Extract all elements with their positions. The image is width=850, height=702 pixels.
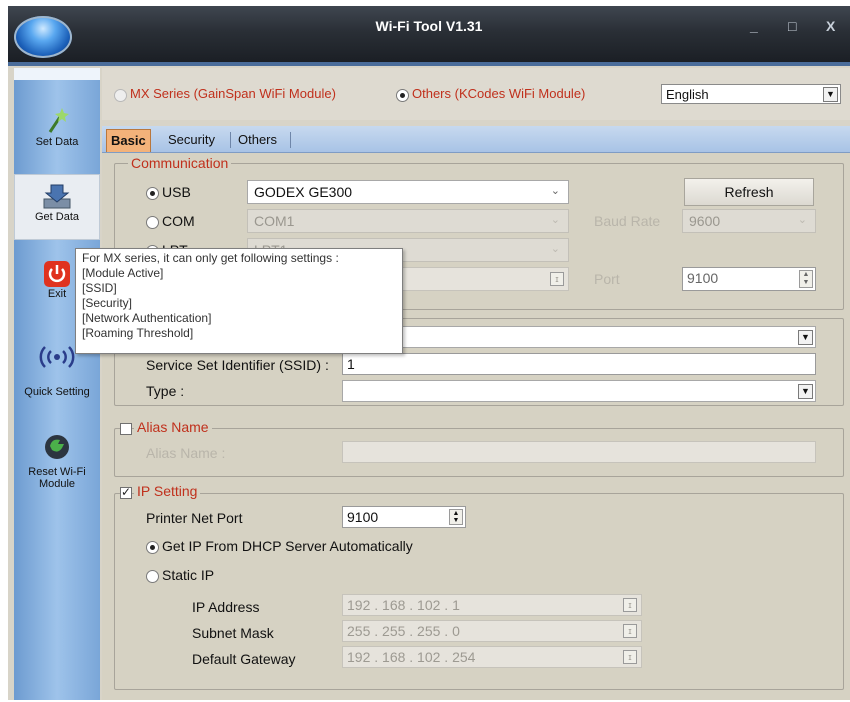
sidebar-item-set-data[interactable]: Set Data [14, 106, 100, 148]
maximize-button[interactable]: □ [788, 18, 796, 34]
chevron-down-icon: ⌄ [550, 243, 560, 255]
spinner-arrows-icon[interactable]: ▲ ▼ [449, 509, 463, 525]
basic-tab-panel: Communication USB GODEX GE300 ⌄ Refresh … [102, 153, 850, 700]
radio-others[interactable] [396, 89, 409, 102]
ip-address-field[interactable]: 192 . 168 . 102 . 1 ɪ [342, 594, 642, 616]
radio-mx-series-label: MX Series (GainSpan WiFi Module) [130, 86, 336, 101]
main-content: MX Series (GainSpan WiFi Module) Others … [102, 68, 850, 700]
chevron-down-icon: ⌄ [797, 214, 807, 226]
alias-label: Alias Name : [146, 445, 226, 461]
download-tray-icon [43, 184, 71, 209]
tab-bar: Basic Security Others [102, 126, 850, 153]
ip-control-icon: ɪ [623, 598, 637, 612]
wand-icon [48, 108, 69, 133]
subnet-mask-field[interactable]: 255 . 255 . 255 . 0 ɪ [342, 620, 642, 642]
radio-static-ip[interactable] [146, 570, 159, 583]
close-button[interactable]: X [826, 18, 835, 34]
baud-rate-label: Baud Rate [594, 213, 661, 229]
port-label: Port [594, 271, 620, 287]
radio-dhcp[interactable] [146, 541, 159, 554]
tooltip-mx-limitations: For MX series, it can only get following… [75, 248, 403, 354]
ssid-field[interactable]: 1 [342, 353, 816, 375]
baud-rate-value: 9600 [689, 213, 721, 229]
title-bar: Wi-Fi Tool V1.31 _ □ X [8, 6, 850, 62]
usb-device-select[interactable]: GODEX GE300 ⌄ [247, 180, 569, 204]
tab-security[interactable]: Security [164, 129, 219, 151]
window-title: Wi-Fi Tool V1.31 [375, 18, 483, 34]
radio-com[interactable] [146, 216, 159, 229]
alias-field[interactable] [342, 441, 816, 463]
ip-address-label: IP Address [192, 599, 260, 615]
usb-label: USB [162, 184, 191, 200]
printer-net-port-field[interactable]: 9100 ▲ ▼ [342, 506, 466, 528]
chevron-down-icon: ▼ [823, 87, 838, 102]
sidebar-item-reset-wifi-module[interactable]: Reset Wi-Fi Module [14, 432, 100, 490]
ip-control-icon: ɪ [623, 650, 637, 664]
radio-usb[interactable] [146, 187, 159, 200]
radio-mx-series[interactable] [114, 89, 127, 102]
alias-title: Alias Name [134, 419, 212, 435]
spinner-arrows-icon[interactable]: ▲ ▼ [799, 270, 813, 288]
ip-setting-checkbox[interactable] [120, 485, 132, 499]
chevron-down-icon: ⌄ [550, 185, 560, 197]
sidebar-item-label: Quick Setting [24, 386, 90, 398]
tab-basic[interactable]: Basic [106, 129, 151, 152]
communication-title: Communication [128, 155, 232, 171]
ip-control-icon: ɪ [623, 624, 637, 638]
tooltip-line: For MX series, it can only get following… [82, 251, 339, 265]
default-gateway-value: 192 . 168 . 102 . 254 [347, 649, 476, 665]
type-label: Type : [146, 383, 185, 399]
usb-device-value: GODEX GE300 [254, 184, 353, 200]
tooltip-line: [Network Authentication] [82, 311, 212, 325]
sidebar-item-label: Set Data [35, 136, 79, 148]
subnet-mask-value: 255 . 255 . 255 . 0 [347, 623, 460, 639]
refresh-button[interactable]: Refresh [684, 178, 814, 206]
dhcp-label: Get IP From DHCP Server Automatically [162, 538, 413, 554]
sidebar-top-band [14, 68, 100, 80]
module-selector-bar: MX Series (GainSpan WiFi Module) Others … [102, 68, 850, 120]
port-field[interactable]: 9100 ▲ ▼ [682, 267, 816, 291]
tooltip-line: [Security] [82, 296, 133, 310]
port-value: 9100 [687, 270, 719, 286]
wireless-mode-select[interactable]: ▼ [342, 326, 816, 348]
wireless-signal-icon [39, 346, 75, 368]
com-port-value: COM1 [254, 213, 295, 229]
sidebar-item-label: Get Data [34, 211, 80, 223]
title-strip [8, 62, 850, 66]
chevron-down-icon: ▼ [798, 384, 813, 399]
power-icon [44, 261, 70, 287]
ip-address-value: 192 . 168 . 102 . 1 [347, 597, 460, 613]
tab-others[interactable]: Others [234, 129, 281, 151]
tooltip-line: [Roaming Threshold] [82, 326, 194, 340]
language-select[interactable]: English ▼ [661, 84, 841, 104]
type-select[interactable]: ▼ [342, 380, 816, 402]
tooltip-line: [Module Active] [82, 266, 164, 280]
language-select-value: English [666, 87, 709, 102]
default-gateway-field[interactable]: 192 . 168 . 102 . 254 ɪ [342, 646, 642, 668]
tab-separator [230, 132, 231, 148]
default-gateway-label: Default Gateway [192, 651, 296, 667]
ssid-label: Service Set Identifier (SSID) : [146, 357, 329, 373]
subnet-mask-label: Subnet Mask [192, 625, 274, 641]
com-port-select[interactable]: COM1 ⌄ [247, 209, 569, 233]
baud-rate-select[interactable]: 9600 ⌄ [682, 209, 816, 233]
ip-setting-title: IP Setting [134, 483, 201, 499]
static-ip-label: Static IP [162, 567, 215, 583]
tooltip-line: [SSID] [82, 281, 117, 295]
radio-others-label: Others (KCodes WiFi Module) [412, 86, 586, 101]
minimize-button[interactable]: _ [750, 18, 758, 34]
printer-net-port-value: 9100 [347, 509, 379, 525]
reset-globe-icon [45, 435, 69, 459]
ssid-value: 1 [347, 356, 355, 372]
sidebar: Set Data Get Data Exit Quick Setting Res… [14, 68, 100, 700]
chevron-down-icon: ⌄ [550, 214, 560, 226]
alias-checkbox[interactable] [120, 423, 132, 435]
chevron-down-icon: ▼ [798, 330, 813, 345]
printer-net-port-label: Printer Net Port [146, 510, 243, 526]
tab-separator [290, 132, 291, 148]
sidebar-item-get-data[interactable]: Get Data [14, 174, 100, 240]
ip-control-icon: ɪ [550, 272, 564, 286]
sidebar-item-label: Reset Wi-Fi Module [28, 466, 86, 490]
com-label: COM [162, 213, 195, 229]
